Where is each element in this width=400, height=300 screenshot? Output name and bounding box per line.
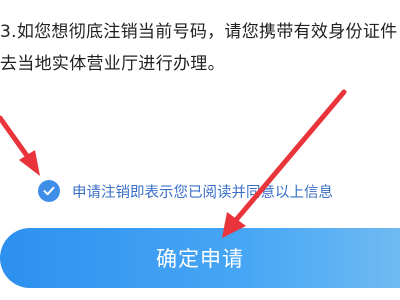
notice-line-1: 3.如您想彻底注销当前号码，请您携带有效身份证件 — [0, 22, 398, 42]
notice-text: 3.如您想彻底注销当前号码，请您携带有效身份证件 去当地实体营业厅进行办理。 — [0, 16, 400, 80]
red-arrow-right-icon — [222, 89, 347, 238]
notice-line-2: 去当地实体营业厅进行办理。 — [0, 54, 225, 74]
red-arrow-left-icon — [0, 115, 40, 176]
checkbox-checked-icon[interactable] — [38, 180, 60, 202]
agreement-row[interactable]: 申请注销即表示您已阅读并同意以上信息 — [38, 176, 333, 206]
agreement-label: 申请注销即表示您已阅读并同意以上信息 — [72, 184, 333, 201]
confirm-apply-button[interactable]: 确定申请 — [0, 228, 400, 288]
checkmark-icon — [43, 186, 55, 196]
